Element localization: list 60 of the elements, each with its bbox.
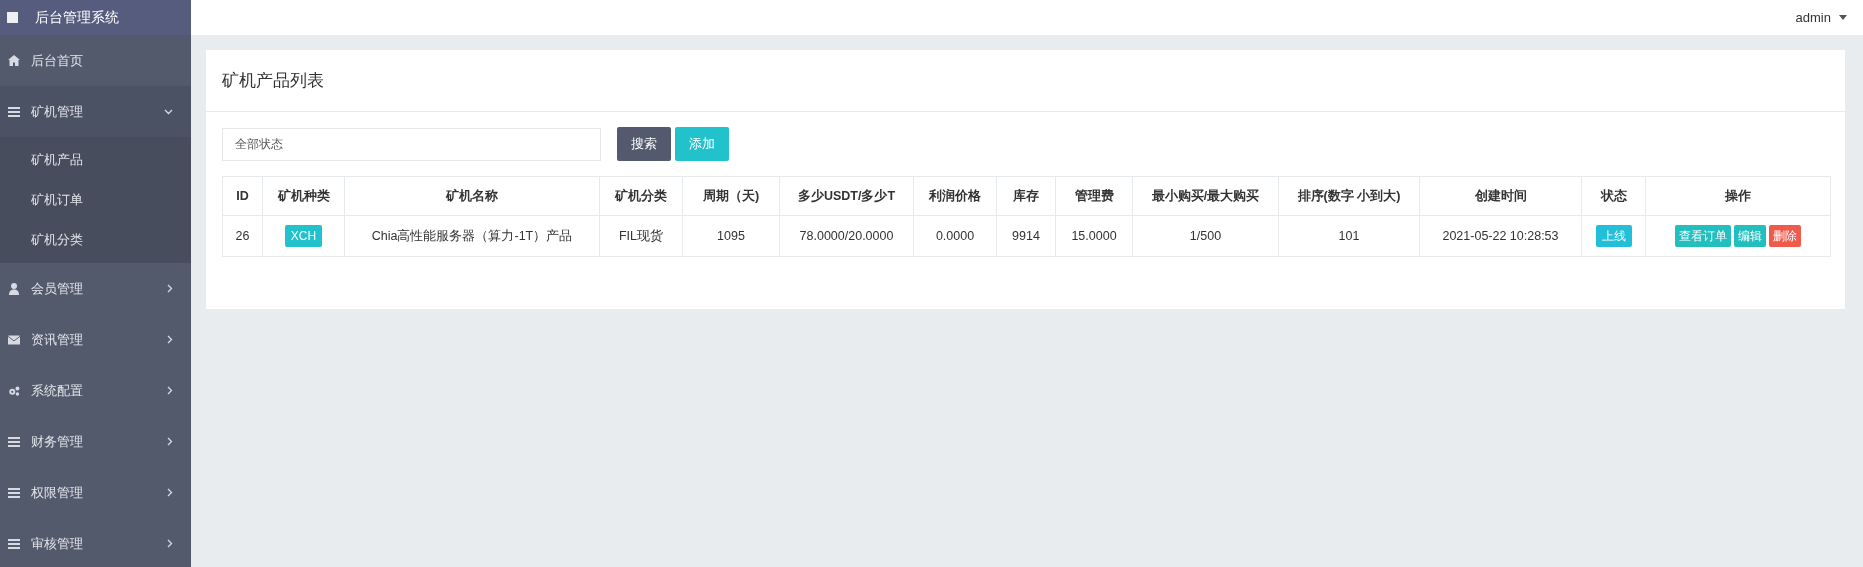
table-cell: 2021-05-22 10:28:53 bbox=[1420, 216, 1582, 256]
column-header: 周期（天) bbox=[683, 177, 780, 215]
row-action-button[interactable]: 删除 bbox=[1768, 225, 1801, 247]
chevron-right-icon bbox=[167, 386, 173, 395]
sidebar-item[interactable]: 矿机管理 bbox=[0, 86, 191, 137]
menu-icon bbox=[8, 487, 20, 498]
sidebar-item[interactable]: 审核管理 bbox=[0, 518, 191, 567]
column-header: 矿机种类 bbox=[263, 177, 345, 215]
chevron-right-icon bbox=[167, 437, 173, 446]
table-cell: 9914 bbox=[997, 216, 1056, 256]
submenu-item[interactable]: 矿机产品 bbox=[0, 140, 191, 180]
caret-icon bbox=[1839, 15, 1847, 20]
logo-icon bbox=[7, 12, 18, 23]
sidebar-item[interactable]: 资讯管理 bbox=[0, 314, 191, 365]
column-header: 库存 bbox=[997, 177, 1056, 215]
submenu-item[interactable]: 矿机分类 bbox=[0, 220, 191, 260]
column-header: 操作 bbox=[1723, 187, 1752, 205]
chevron-right-icon bbox=[167, 284, 173, 293]
column-header: 矿机分类 bbox=[600, 177, 683, 215]
chevron-right-icon bbox=[167, 335, 173, 344]
submenu-item[interactable]: 矿机订单 bbox=[0, 180, 191, 220]
app-title: 后台管理系统 bbox=[35, 8, 119, 27]
table-cell: 1/500 bbox=[1133, 216, 1279, 256]
menu-icon bbox=[8, 436, 20, 447]
sidebar-item[interactable]: 财务管理 bbox=[0, 416, 191, 467]
column-header: 多少USDT/多少T bbox=[780, 177, 914, 215]
table-cell: 15.0000 bbox=[1056, 216, 1133, 256]
column-header: 状态 bbox=[1582, 177, 1646, 215]
table-cell: 78.0000/20.0000 bbox=[780, 216, 914, 256]
user-menu[interactable]: admin bbox=[1795, 7, 1847, 28]
column-header: 排序(数字 小到大) bbox=[1279, 177, 1420, 215]
menu-icon bbox=[8, 538, 20, 549]
status-filter-field[interactable]: 全部状态 bbox=[222, 127, 601, 161]
column-header: 利润价格 bbox=[914, 177, 997, 215]
table-cell: Chia高性能服务器（算力-1T）产品 bbox=[345, 216, 600, 256]
action-button[interactable]: 搜索 bbox=[617, 127, 671, 161]
coin-tag: XCH bbox=[284, 225, 323, 247]
column-header: 矿机名称 bbox=[345, 177, 600, 215]
card-title: 矿机产品列表 bbox=[222, 69, 324, 92]
table-cell: 1095 bbox=[683, 216, 780, 256]
status-tag: 上线 bbox=[1595, 225, 1632, 247]
user-icon bbox=[9, 282, 19, 295]
table-cell: 26 bbox=[223, 216, 263, 256]
chevron-right-icon bbox=[167, 539, 173, 548]
table-cell: FIL现货 bbox=[600, 216, 683, 256]
envelope-icon bbox=[8, 334, 20, 345]
chevron-down-icon bbox=[164, 108, 173, 115]
menu-icon bbox=[8, 106, 20, 117]
column-header: 创建时间 bbox=[1420, 177, 1582, 215]
chevron-right-icon bbox=[167, 488, 173, 497]
column-header: ID bbox=[223, 177, 263, 215]
gears-icon bbox=[8, 384, 20, 397]
sidebar-item[interactable]: 会员管理 bbox=[0, 263, 191, 314]
sidebar-item[interactable]: 权限管理 bbox=[0, 467, 191, 518]
column-header: 最小购买/最大购买 bbox=[1133, 177, 1279, 215]
sidebar-item[interactable]: 系统配置 bbox=[0, 365, 191, 416]
home-icon bbox=[8, 55, 20, 66]
table-cell: 101 bbox=[1279, 216, 1420, 256]
table-cell: 0.0000 bbox=[914, 216, 997, 256]
column-header: 管理费 bbox=[1056, 177, 1133, 215]
